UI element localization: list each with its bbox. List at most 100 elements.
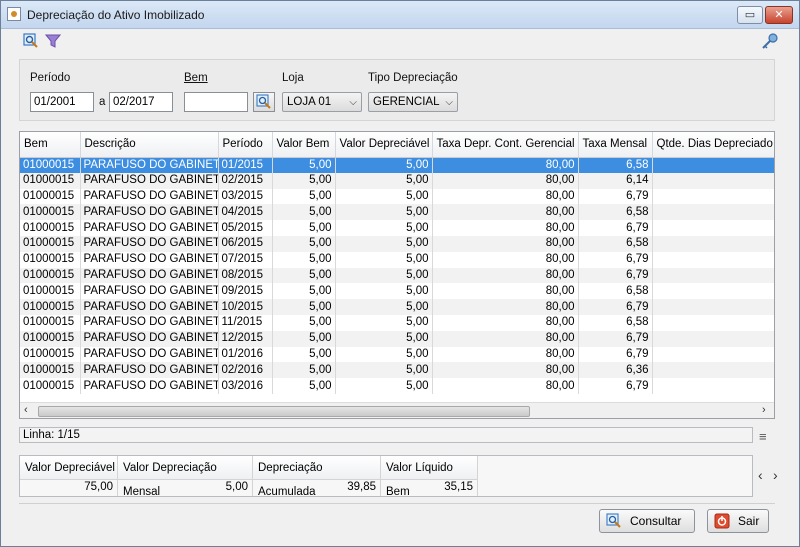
table-row[interactable]: 01000015 PARAFUSO DO GABINETE 03/2016 5,00 5…	[20, 378, 774, 394]
column-header[interactable]: Taxa Mensal	[578, 132, 653, 158]
table-row[interactable]: 01000015 PARAFUSO DO GABINETE 07/2015 5,00 5…	[20, 251, 774, 268]
tipo-depreciacao-label: Tipo Depreciação	[368, 72, 458, 84]
table-cell: 5,00	[272, 220, 336, 236]
table-row[interactable]: 01000015 PARAFUSO DO GABINETE 06/2015 5,00 5…	[20, 235, 774, 252]
horizontal-scrollbar[interactable]: ‹ ›	[20, 402, 774, 418]
table-row[interactable]: 01000015 PARAFUSO DO GABINETE 05/2015 5,00 5…	[20, 220, 774, 236]
table-row[interactable]: 01000015 PARAFUSO DO GABINETE 10/2015 5,00 5…	[20, 299, 774, 315]
periodo-end-input[interactable]: 02/2017	[109, 92, 173, 112]
filter-panel: Período 01/2001 a 02/2017 Bem Loja LOJA …	[19, 59, 775, 121]
table-row[interactable]: 01000015 PARAFUSO DO GABINETE 02/2016 5,00 5…	[20, 362, 774, 379]
scroll-right-icon[interactable]: ›	[762, 404, 766, 416]
table-row[interactable]: 01000015 PARAFUSO DO GABINETE 01/2015 5,00 5…	[20, 157, 774, 173]
chevron-left-icon[interactable]: ‹	[758, 467, 763, 483]
table-cell: PARAFUSO DO GABINETE	[80, 362, 219, 379]
table-cell: 10/2015	[218, 299, 273, 315]
column-header[interactable]: Descrição	[80, 132, 219, 158]
table-cell: 6,36	[578, 362, 653, 379]
table-cell: 5,00	[272, 330, 336, 347]
column-header[interactable]: Taxa Depr. Cont. Gerencial	[432, 132, 579, 158]
table-cell: 5,00	[335, 283, 433, 300]
table-cell: 5,00	[272, 235, 336, 252]
scroll-left-icon[interactable]: ‹	[24, 404, 28, 416]
total-label: Valor Líquido Bem	[381, 456, 477, 498]
totals-panel: Valor Depreciável 75,00 Valor Depreciaçã…	[19, 455, 753, 498]
table-cell: 31	[652, 267, 774, 284]
periodo-separator: a	[99, 96, 106, 108]
table-cell: PARAFUSO DO GABINETE	[80, 330, 219, 347]
chevron-right-icon[interactable]: ›	[773, 467, 778, 483]
table-cell: 80,00	[432, 157, 579, 173]
tipo-depreciacao-select[interactable]: GERENCIAL ⌵	[368, 92, 458, 112]
table-cell: 6,14	[578, 172, 653, 189]
periodo-label: Período	[30, 72, 71, 84]
consultar-button[interactable]: Consultar	[599, 509, 695, 533]
filter-icon[interactable]	[45, 33, 61, 49]
column-header[interactable]: Valor Depreciável	[335, 132, 433, 158]
column-header[interactable]: Bem	[20, 132, 81, 158]
loja-select[interactable]: LOJA 01 ⌵	[282, 92, 362, 112]
loja-value: LOJA 01	[287, 96, 332, 108]
depreciation-table[interactable]: Bem Descrição Período Valor Bem Valor Deprec…	[19, 131, 775, 419]
table-cell: 5,00	[335, 378, 433, 394]
table-cell: 01000015	[20, 299, 81, 315]
table-cell: 01000015	[20, 378, 81, 394]
menu-icon[interactable]: ≡	[759, 429, 767, 444]
table-cell: 31	[652, 330, 774, 347]
table-cell: 04/2015	[218, 204, 273, 221]
periodo-start-input[interactable]: 01/2001	[30, 92, 94, 112]
table-row[interactable]: 01000015 PARAFUSO DO GABINETE 02/2015 5,00 5…	[20, 172, 774, 189]
table-cell: 5,00	[335, 362, 433, 379]
action-bar: Consultar Sair	[19, 503, 775, 537]
table-cell: 6,79	[578, 299, 653, 315]
main-window: Depreciação do Ativo Imobilizado ▭ ✕ Per…	[0, 0, 800, 547]
table-cell: 01000015	[20, 330, 81, 347]
key-icon[interactable]	[761, 32, 779, 50]
column-header[interactable]: Valor Bem	[272, 132, 336, 158]
table-cell: 6,58	[578, 235, 653, 252]
table-cell: 30	[652, 283, 774, 300]
bem-lookup-button[interactable]	[253, 92, 275, 112]
total-label: Valor Depreciável	[20, 456, 117, 480]
table-cell: 30	[652, 157, 774, 173]
column-header[interactable]: Período	[218, 132, 273, 158]
table-cell: 31	[652, 188, 774, 205]
table-cell: PARAFUSO DO GABINETE	[80, 378, 219, 394]
exit-icon	[714, 513, 730, 529]
table-cell: 5,00	[335, 346, 433, 363]
table-row[interactable]: 01000015 PARAFUSO DO GABINETE 08/2015 5,00 5…	[20, 267, 774, 284]
table-row[interactable]: 01000015 PARAFUSO DO GABINETE 01/2016 5,00 5…	[20, 346, 774, 363]
table-cell: 03/2015	[218, 188, 273, 205]
table-cell: 6,79	[578, 346, 653, 363]
table-cell: 31	[652, 299, 774, 315]
bem-input[interactable]	[184, 92, 248, 112]
table-cell: 6,79	[578, 188, 653, 205]
table-cell: 5,00	[335, 330, 433, 347]
table-cell: 01000015	[20, 283, 81, 300]
table-cell: 80,00	[432, 346, 579, 363]
table-cell: 6,79	[578, 220, 653, 236]
table-cell: 80,00	[432, 314, 579, 331]
table-row[interactable]: 01000015 PARAFUSO DO GABINETE 11/2015 5,00 5…	[20, 314, 774, 331]
table-cell: 80,00	[432, 235, 579, 252]
table-row[interactable]: 01000015 PARAFUSO DO GABINETE 03/2015 5,00 5…	[20, 188, 774, 205]
chevron-down-icon: ⌵	[349, 97, 357, 108]
close-button[interactable]: ✕	[765, 6, 793, 24]
table-cell: 6,58	[578, 157, 653, 173]
sair-button[interactable]: Sair	[707, 509, 769, 533]
table-cell: 5,00	[335, 235, 433, 252]
search-icon[interactable]	[23, 33, 39, 49]
table-cell: 5,00	[335, 299, 433, 315]
scrollbar-thumb[interactable]	[38, 406, 530, 417]
table-row[interactable]: 01000015 PARAFUSO DO GABINETE 04/2015 5,00 5…	[20, 204, 774, 221]
table-row[interactable]: 01000015 PARAFUSO DO GABINETE 12/2015 5,00 5…	[20, 330, 774, 347]
column-header[interactable]: Qtde. Dias Depreciado	[652, 132, 774, 158]
table-header: Bem Descrição Período Valor Bem Valor Deprec…	[20, 132, 774, 158]
table-cell: PARAFUSO DO GABINETE	[80, 283, 219, 300]
table-cell: 80,00	[432, 220, 579, 236]
table-cell: 30	[652, 204, 774, 221]
table-row[interactable]: 01000015 PARAFUSO DO GABINETE 09/2015 5,00 5…	[20, 283, 774, 300]
table-cell: 5,00	[335, 220, 433, 236]
restore-button[interactable]: ▭	[737, 6, 763, 24]
table-cell: PARAFUSO DO GABINETE	[80, 346, 219, 363]
